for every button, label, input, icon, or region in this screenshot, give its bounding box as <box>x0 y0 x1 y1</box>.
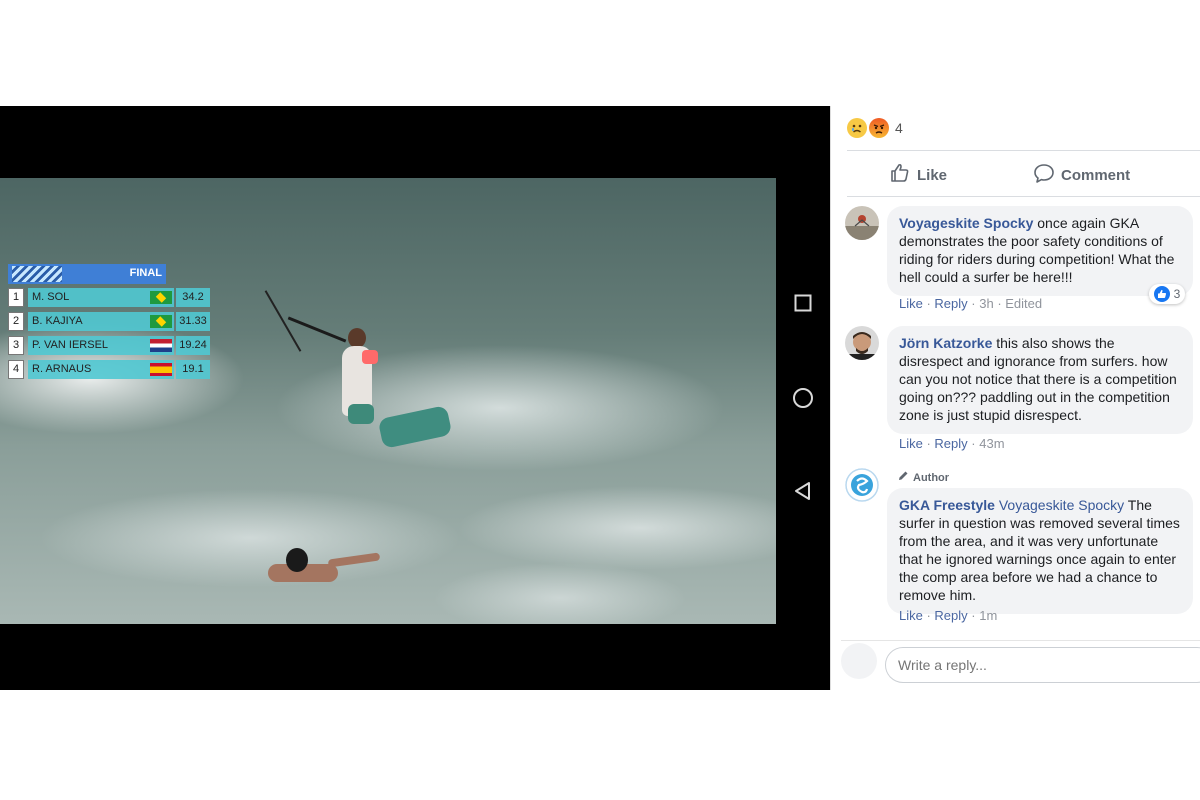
comment-bubble: GKA Freestyle Voyageskite Spocky The sur… <box>887 488 1193 614</box>
netherlands-flag-icon <box>150 339 172 352</box>
score-value: 31.33 <box>176 312 210 331</box>
avatar[interactable] <box>845 468 879 502</box>
score-value: 34.2 <box>176 288 210 307</box>
scoreboard-row: 3 P. VAN IERSEL 19.24 <box>8 336 210 355</box>
comment-button-label: Comment <box>1061 166 1131 184</box>
comment-like-link[interactable]: Like <box>899 436 923 451</box>
kiter-head <box>348 328 366 348</box>
score-position: 1 <box>8 288 24 307</box>
comment-like-count: 3 <box>1173 287 1181 301</box>
like-button-label: Like <box>917 166 948 184</box>
comment-bubble: Voyageskite Spocky once again GKA demons… <box>887 206 1193 296</box>
comment-bubble: Jörn Katzorke this also shows the disres… <box>887 326 1193 434</box>
speech-bubble-icon <box>1033 162 1055 188</box>
score-position: 2 <box>8 312 24 331</box>
kiteboard <box>377 405 453 449</box>
comment-button[interactable]: Comment <box>1033 162 1130 188</box>
reactions-summary[interactable]: 4 <box>847 118 903 138</box>
divider <box>847 196 1200 197</box>
comment-actions: Like · Reply · 1m <box>899 608 998 623</box>
gka-logo-icon <box>12 266 62 282</box>
score-position: 3 <box>8 336 24 355</box>
comment-author[interactable]: GKA Freestyle <box>899 497 995 513</box>
kite-bar <box>287 316 347 343</box>
triangle-back-icon[interactable] <box>792 480 814 502</box>
comments-panel: 4 Like Comment Voyageskite Spocky once a… <box>830 106 1200 690</box>
comment-author[interactable]: Jörn Katzorke <box>899 335 992 351</box>
surfer-arm <box>327 552 381 568</box>
comment-like-link[interactable]: Like <box>899 608 923 623</box>
angry-emoji-icon <box>869 118 889 138</box>
divider <box>847 150 1200 151</box>
square-icon[interactable] <box>792 292 814 314</box>
comment-timestamp[interactable]: 3h <box>979 296 993 311</box>
score-value: 19.1 <box>176 360 210 379</box>
comment-author[interactable]: Voyageskite Spocky <box>899 215 1033 231</box>
comment-reply-link[interactable]: Reply <box>934 296 967 311</box>
circle-icon[interactable] <box>792 387 814 409</box>
sad-emoji-icon <box>847 118 867 138</box>
thumbs-up-icon <box>889 162 911 188</box>
kiter-pants <box>348 404 374 424</box>
comment-timestamp[interactable]: 1m <box>979 608 997 623</box>
surfer <box>268 548 381 582</box>
video-frame: FINAL 1 M. SOL 34.2 2 B. KAJIYA 31.33 3 … <box>0 106 830 690</box>
scoreboard-row: 2 B. KAJIYA 31.33 <box>8 312 210 331</box>
comment-item: Voyageskite Spocky once again GKA demons… <box>845 206 1200 316</box>
avatar[interactable] <box>845 326 879 360</box>
brazil-flag-icon <box>150 291 172 304</box>
reaction-count: 4 <box>895 120 903 136</box>
comment-timestamp[interactable]: 43m <box>979 436 1004 451</box>
comment-reply-link[interactable]: Reply <box>934 608 967 623</box>
surfer-head <box>286 548 308 572</box>
scoreboard-row: 4 R. ARNAUS 19.1 <box>8 360 210 379</box>
comment-like-badge[interactable]: 3 <box>1149 284 1185 304</box>
comment-reply-link[interactable]: Reply <box>934 436 967 451</box>
reply-input[interactable] <box>885 647 1200 683</box>
reply-box <box>841 640 1200 683</box>
kitesurf-video[interactable]: FINAL 1 M. SOL 34.2 2 B. KAJIYA 31.33 3 … <box>0 178 776 624</box>
score-value: 19.24 <box>176 336 210 355</box>
comment-edited-label[interactable]: Edited <box>1005 296 1042 311</box>
kiter-vest <box>362 350 378 364</box>
scoreboard-row: 1 M. SOL 34.2 <box>8 288 210 307</box>
scoreboard-header: FINAL <box>8 264 166 284</box>
comment-like-link[interactable]: Like <box>899 296 923 311</box>
scoreboard-round: FINAL <box>129 267 162 279</box>
comment-item: Jörn Katzorke this also shows the disres… <box>845 326 1200 456</box>
comment-actions: Like · Reply · 3h · Edited <box>899 296 1043 311</box>
score-position: 4 <box>8 360 24 379</box>
avatar[interactable] <box>845 206 879 240</box>
avatar <box>841 643 877 679</box>
like-reaction-icon <box>1153 286 1170 302</box>
comment-item: Author GKA Freestyle Voyageskite Spocky … <box>845 468 1200 630</box>
spain-flag-icon <box>150 363 172 376</box>
like-button[interactable]: Like <box>889 162 947 188</box>
comment-mention[interactable]: Voyageskite Spocky <box>999 497 1124 513</box>
brazil-flag-icon <box>150 315 172 328</box>
comment-actions: Like · Reply · 43m <box>899 436 1005 451</box>
